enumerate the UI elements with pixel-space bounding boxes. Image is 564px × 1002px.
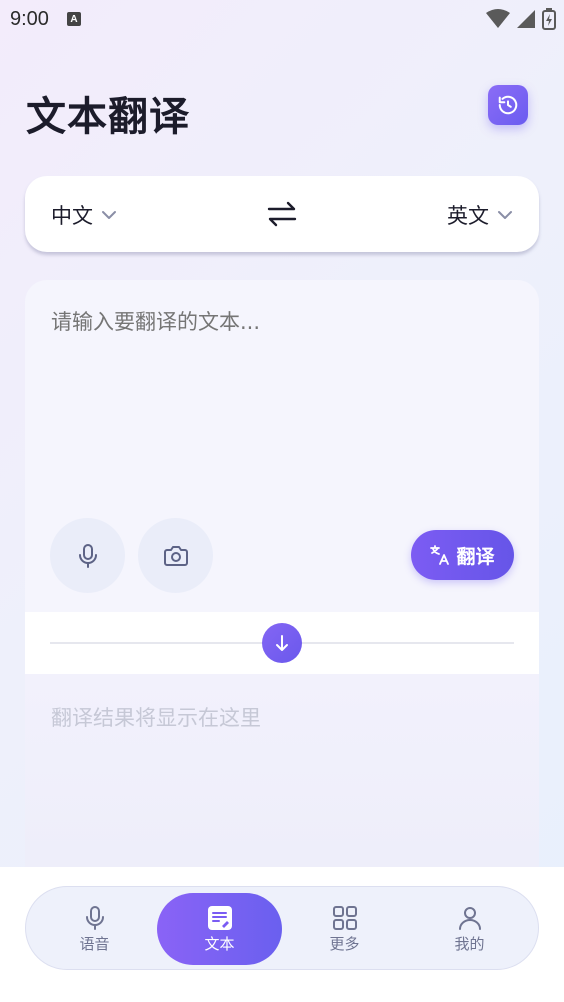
mic-icon xyxy=(78,543,97,568)
bottom-area: 语音 文本 更多 我的 xyxy=(0,867,564,1002)
camera-icon xyxy=(163,545,188,566)
page-title: 文本翻译 xyxy=(26,94,190,140)
grid-icon xyxy=(332,905,357,930)
wifi-icon xyxy=(486,9,510,28)
translate-button-label: 翻译 xyxy=(456,545,495,568)
nav-item-profile[interactable]: 我的 xyxy=(407,893,532,965)
document-icon xyxy=(207,905,232,930)
chevron-down-icon xyxy=(102,211,116,219)
result-placeholder: 翻译结果将显示在这里 xyxy=(51,706,261,730)
user-icon xyxy=(458,906,481,930)
history-icon xyxy=(498,95,518,115)
nav-label: 我的 xyxy=(454,934,485,953)
swap-icon xyxy=(267,201,297,227)
target-language-label: 英文 xyxy=(447,204,489,228)
source-text-input[interactable] xyxy=(51,306,511,486)
translate-icon xyxy=(430,545,450,565)
nav-label: 语音 xyxy=(79,934,110,953)
status-icons xyxy=(486,8,556,30)
voice-input-button[interactable] xyxy=(50,518,125,593)
source-language-dropdown[interactable]: 中文 xyxy=(51,200,117,230)
mic-icon xyxy=(85,905,104,930)
nav-item-more[interactable]: 更多 xyxy=(282,893,407,965)
nav-label: 更多 xyxy=(329,934,360,953)
arrow-down-icon xyxy=(276,635,288,651)
nav-label: 文本 xyxy=(204,934,235,953)
bottom-nav: 语音 文本 更多 我的 xyxy=(25,886,539,970)
swap-languages-button[interactable] xyxy=(265,198,299,230)
nav-item-voice[interactable]: 语音 xyxy=(32,893,157,965)
camera-input-button[interactable] xyxy=(138,518,213,593)
battery-icon xyxy=(542,8,556,30)
result-card: 翻译结果将显示在这里 xyxy=(25,674,539,867)
notification-icon: A xyxy=(66,12,81,26)
divider xyxy=(25,612,539,674)
chevron-down-icon xyxy=(498,211,512,219)
target-language-dropdown[interactable]: 英文 xyxy=(447,200,513,230)
status-time: 9:00 xyxy=(10,7,49,30)
translate-button[interactable]: 翻译 xyxy=(411,530,514,580)
language-selector: 中文 英文 xyxy=(25,176,539,252)
input-card: 翻译 xyxy=(25,280,539,612)
source-language-label: 中文 xyxy=(51,204,93,228)
history-button[interactable] xyxy=(488,85,528,125)
signal-icon xyxy=(517,10,535,28)
status-bar: 9:00 A xyxy=(0,0,564,38)
result-arrow-button[interactable] xyxy=(262,623,302,663)
nav-item-text[interactable]: 文本 xyxy=(157,893,282,965)
